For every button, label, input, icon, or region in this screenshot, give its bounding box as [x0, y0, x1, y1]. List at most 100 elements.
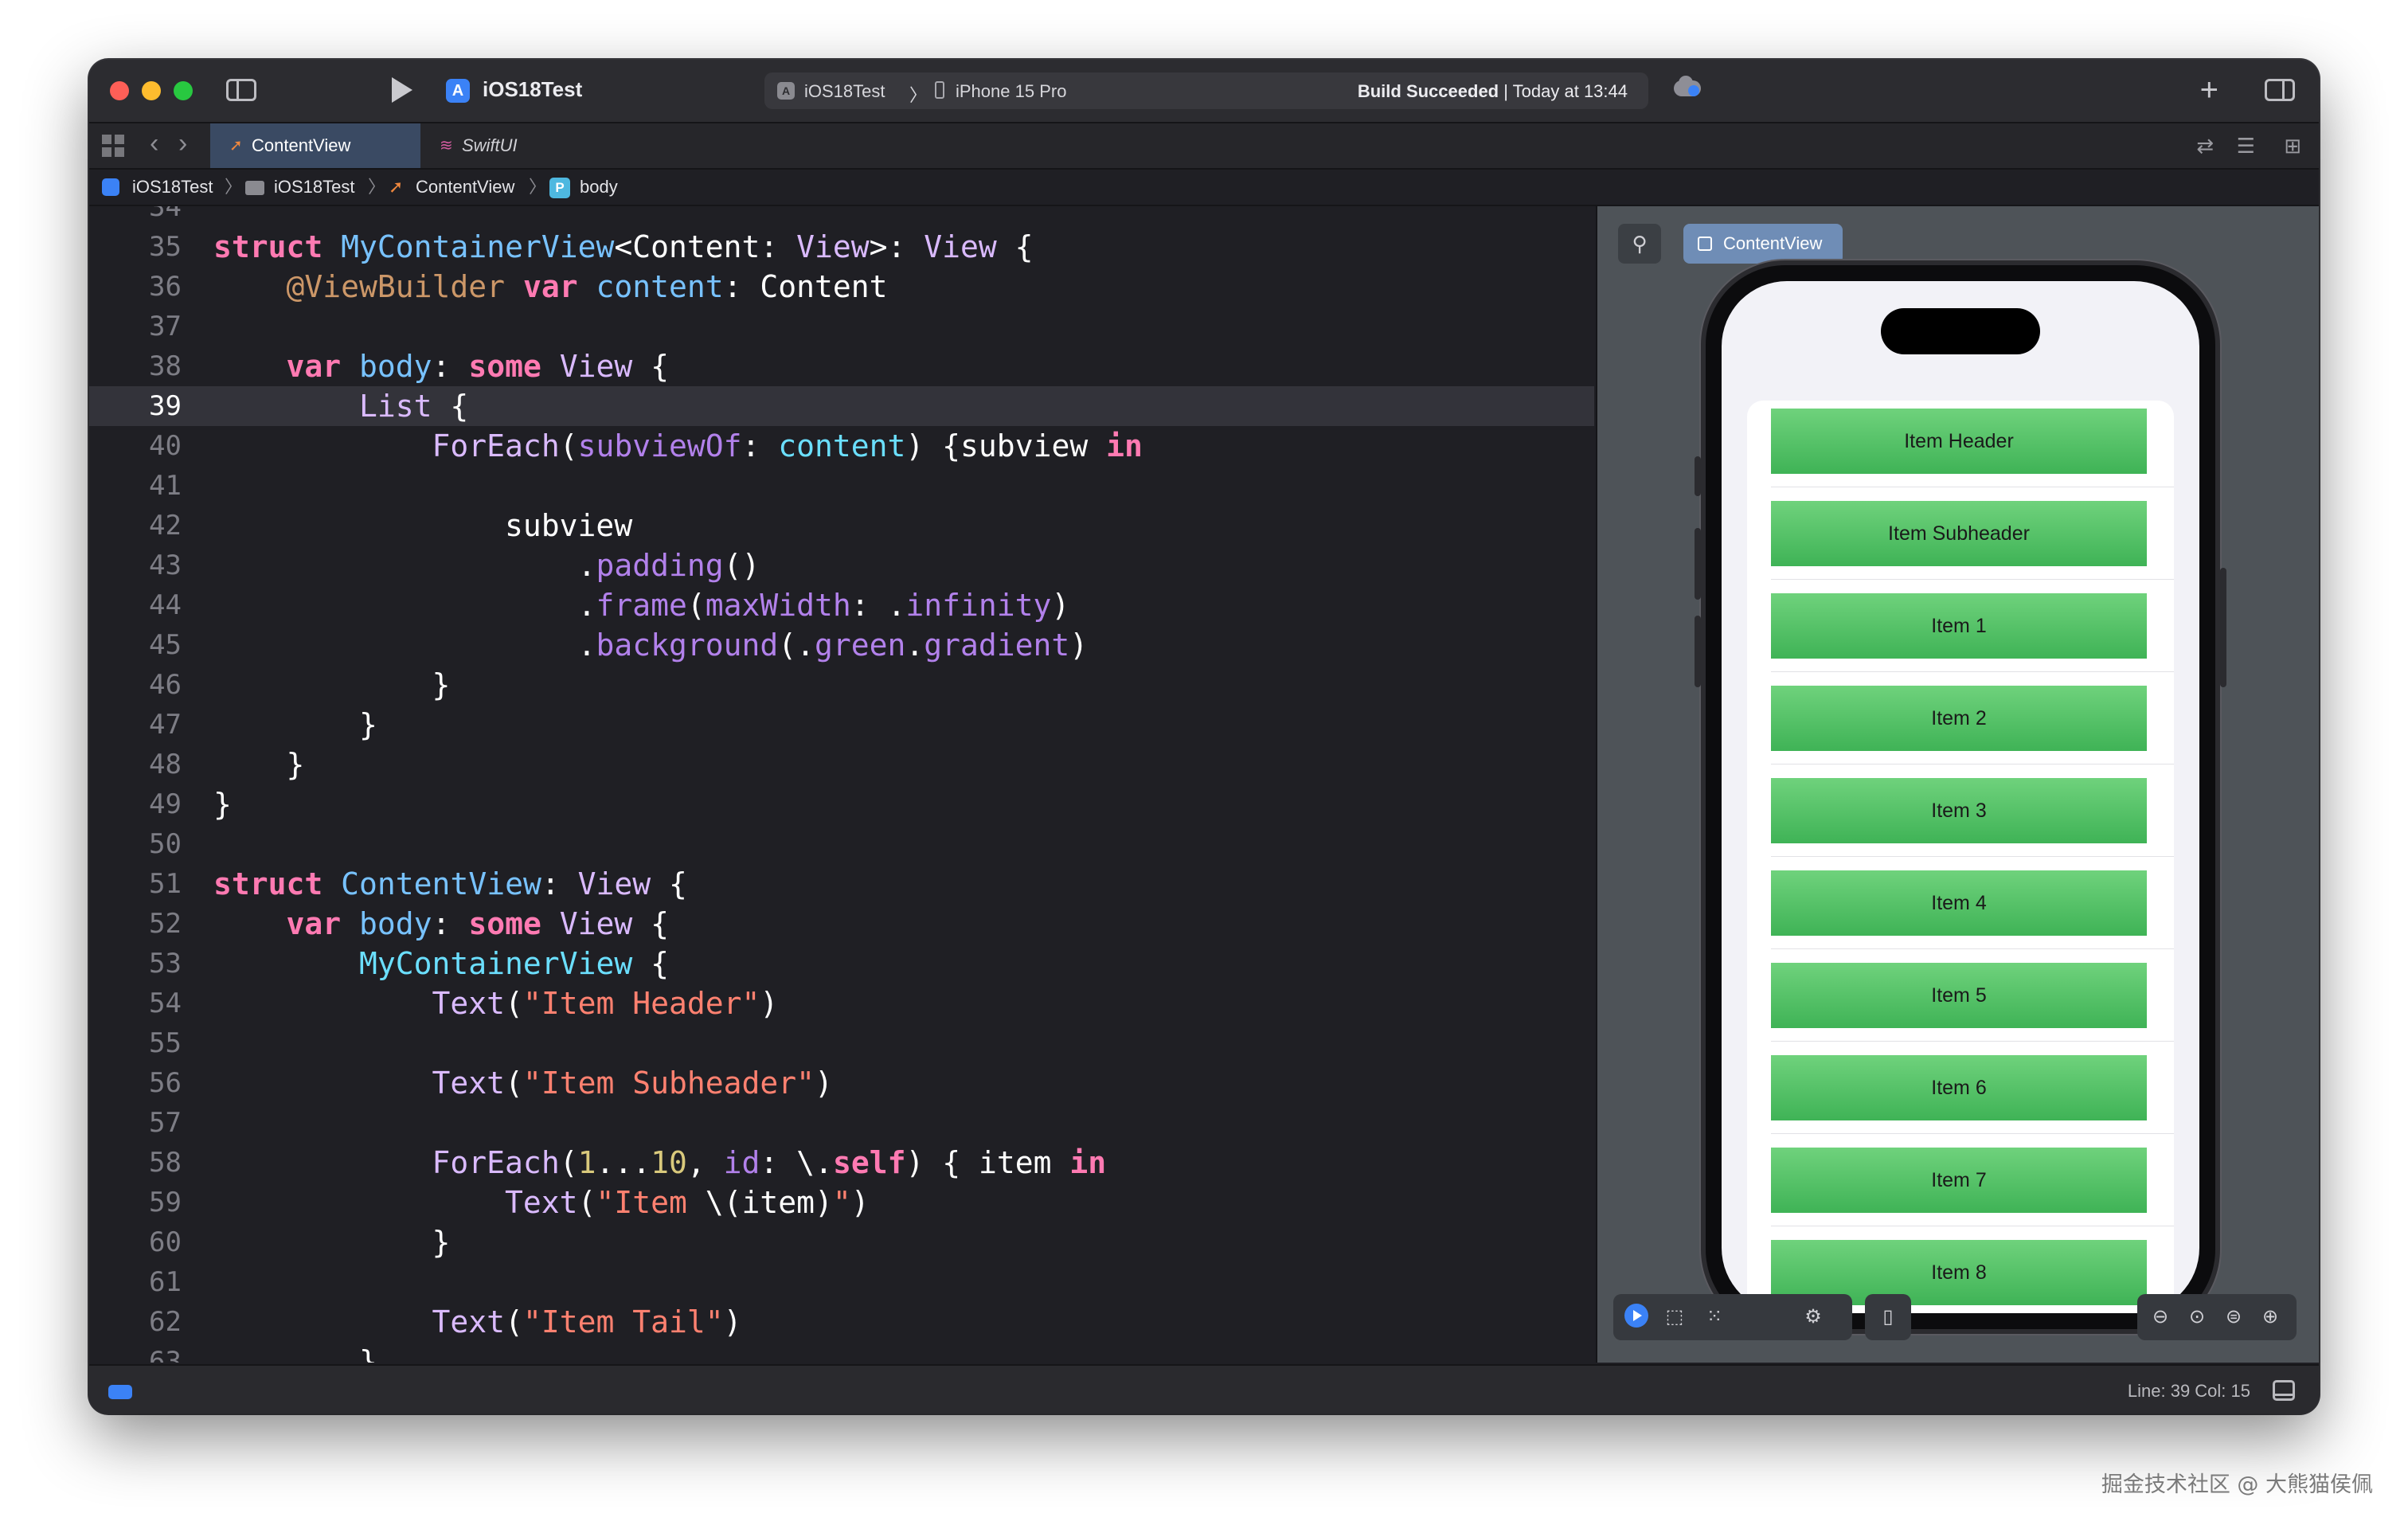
breadcrumb-folder[interactable]: iOS18Test: [274, 178, 355, 197]
list-item[interactable]: Item 6: [1771, 1055, 2147, 1120]
live-preview-icon[interactable]: [1624, 1304, 1648, 1328]
canvas-settings-icon[interactable]: ⚙: [1800, 1304, 1827, 1331]
line-number: 47: [149, 709, 182, 741]
navigator-toggle-icon[interactable]: [226, 79, 256, 101]
code-line[interactable]: 36 @ViewBuilder var content: Content: [89, 267, 1594, 307]
debug-area-toggle-icon[interactable]: [2273, 1380, 2295, 1401]
back-arrow-icon[interactable]: ‹: [150, 130, 158, 157]
preview-list[interactable]: Item Header Item Subheader Item 1 Item 2 Ite…: [1747, 401, 2174, 1313]
swap-editors-icon[interactable]: ⇄: [2196, 135, 2214, 157]
source-editor[interactable]: 34 35 struct MyContainerView<Content: View…: [89, 206, 1594, 1363]
code-line[interactable]: 41: [89, 466, 1594, 506]
code-line[interactable]: 45 .background(.green.gradient): [89, 625, 1594, 665]
code-line[interactable]: 63 }: [89, 1342, 1594, 1363]
selectable-mode-icon[interactable]: ⬚: [1661, 1304, 1688, 1331]
device-screen: Item Header Item Subheader Item 1 Item 2 Ite…: [1722, 281, 2199, 1313]
code-text: Text("Item \(item)"): [213, 1183, 870, 1222]
preview-icon: [1698, 237, 1712, 251]
breadcrumb-project[interactable]: iOS18Test: [132, 178, 213, 197]
code-token: {: [632, 946, 669, 981]
code-line[interactable]: 50: [89, 824, 1594, 864]
zoom-in-icon[interactable]: ⊕: [2257, 1304, 2284, 1331]
code-line[interactable]: 48 }: [89, 745, 1594, 784]
code-line[interactable]: 39 List {: [89, 386, 1594, 426]
code-token: ): [723, 1304, 742, 1339]
code-line[interactable]: 51 struct ContentView: View {: [89, 864, 1594, 904]
pin-icon[interactable]: ⚲: [1618, 224, 1661, 264]
minimize-window-button[interactable]: [142, 81, 161, 100]
preview-tab-contentview[interactable]: ContentView: [1683, 224, 1843, 264]
forward-arrow-icon[interactable]: ›: [178, 130, 187, 157]
code-token: content: [596, 269, 724, 304]
breadcrumb-file[interactable]: ContentView: [416, 178, 514, 197]
code-line[interactable]: 60 }: [89, 1222, 1594, 1262]
related-items-grid-icon[interactable]: [102, 135, 124, 157]
zoom-window-button[interactable]: [174, 81, 193, 100]
code-line[interactable]: 42 subview: [89, 506, 1594, 546]
scheme-selector[interactable]: iOS18Test: [804, 81, 885, 102]
code-line[interactable]: 61: [89, 1262, 1594, 1302]
device-settings-icon[interactable]: ▯: [1874, 1304, 1902, 1331]
project-icon: [102, 178, 119, 196]
code-token: green: [814, 628, 906, 663]
code-line[interactable]: 49}: [89, 784, 1594, 824]
code-line[interactable]: 44 .frame(maxWidth: .infinity): [89, 585, 1594, 625]
list-item[interactable]: Item 5: [1771, 963, 2147, 1028]
run-button[interactable]: [392, 77, 412, 103]
code-token: subviewOf: [577, 428, 742, 463]
code-line[interactable]: 38 var body: some View {: [89, 346, 1594, 386]
code-line[interactable]: 46 }: [89, 665, 1594, 705]
line-number: 36: [149, 271, 182, 303]
tab-contentview[interactable]: ➚ ContentView: [210, 123, 420, 168]
code-line[interactable]: 57: [89, 1103, 1594, 1143]
add-library-button[interactable]: +: [2200, 74, 2218, 106]
code-line[interactable]: 34: [89, 206, 1594, 227]
code-line[interactable]: 56 Text("Item Subheader"): [89, 1063, 1594, 1103]
tab-swiftui[interactable]: ≋ SwiftUI: [420, 123, 572, 168]
code-token: 1: [577, 1145, 596, 1180]
list-item[interactable]: Item 3: [1771, 778, 2147, 843]
line-number: 58: [149, 1147, 182, 1179]
zoom-100-icon[interactable]: ⊙: [2183, 1304, 2211, 1331]
code-line[interactable]: 52 var body: some View {: [89, 904, 1594, 944]
breadcrumb-symbol[interactable]: body: [580, 178, 618, 197]
zoom-out-icon[interactable]: ⊖: [2147, 1304, 2174, 1331]
debug-area-indicator-icon[interactable]: [108, 1385, 132, 1399]
code-line[interactable]: 55: [89, 1023, 1594, 1063]
code-line[interactable]: 58 ForEach(1...10, id: \.self) { item in: [89, 1143, 1594, 1183]
list-item[interactable]: Item 2: [1771, 686, 2147, 751]
code-line[interactable]: 35 struct MyContainerView<Content: View>:…: [89, 227, 1594, 267]
list-item[interactable]: Item Subheader: [1771, 501, 2147, 566]
editor-options-icon[interactable]: ☰: [2237, 135, 2255, 157]
code-line[interactable]: 40 ForEach(subviewOf: content) {subview …: [89, 426, 1594, 466]
code-line[interactable]: 59 Text("Item \(item)"): [89, 1183, 1594, 1222]
inspector-toggle-icon[interactable]: [2265, 79, 2295, 101]
list-item[interactable]: Item Header: [1771, 409, 2147, 474]
code-line[interactable]: 37: [89, 307, 1594, 346]
code-token: padding: [596, 548, 724, 583]
code-line[interactable]: 43 .padding(): [89, 546, 1594, 585]
swift-file-icon: ➚: [389, 177, 404, 197]
code-token: View: [796, 229, 870, 264]
split-editor-icon[interactable]: ⊞: [2284, 135, 2301, 157]
list-item[interactable]: Item 1: [1771, 593, 2147, 659]
code-line[interactable]: 47 }: [89, 705, 1594, 745]
list-separator: [1771, 1041, 2174, 1042]
code-line[interactable]: 53 MyContainerView {: [89, 944, 1594, 983]
zoom-fit-icon[interactable]: ⊜: [2220, 1304, 2247, 1331]
cloud-sync-icon[interactable]: [1674, 76, 1701, 96]
list-item[interactable]: Item 7: [1771, 1148, 2147, 1213]
code-line[interactable]: 62 Text("Item Tail"): [89, 1302, 1594, 1342]
line-number: 48: [149, 749, 182, 780]
close-window-button[interactable]: [110, 81, 129, 100]
list-item[interactable]: Item 4: [1771, 870, 2147, 936]
code-token: View: [577, 866, 651, 901]
activity-bar[interactable]: A iOS18Test 〉 iPhone 15 Pro Build Succee…: [764, 72, 1648, 109]
code-line[interactable]: 54 Text("Item Header"): [89, 983, 1594, 1023]
canvas-settings-group: ⚙: [1798, 1294, 1854, 1340]
run-destination-selector[interactable]: iPhone 15 Pro: [956, 81, 1066, 102]
code-token: .: [213, 548, 596, 583]
variants-grid-icon[interactable]: ⁙: [1701, 1304, 1728, 1331]
